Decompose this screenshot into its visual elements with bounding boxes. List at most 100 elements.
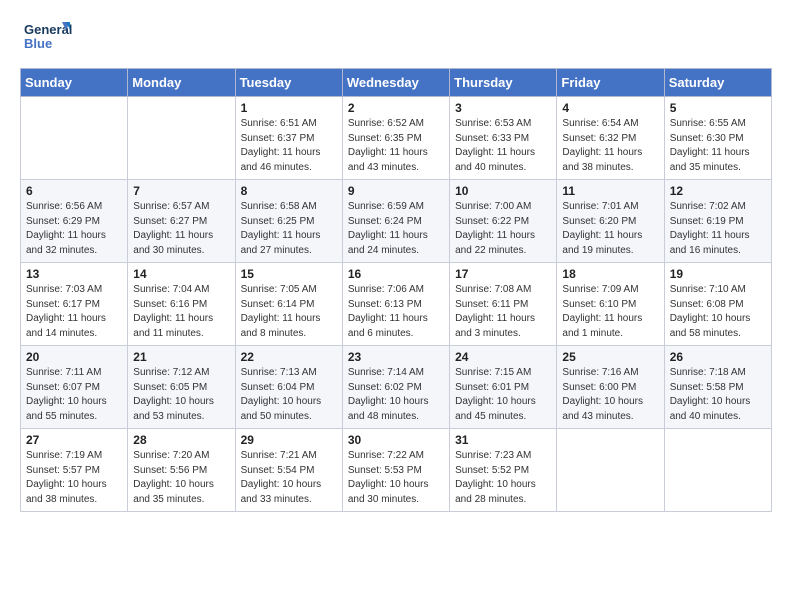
page-header: GeneralBlue (0, 0, 792, 68)
week-row-5: 27Sunrise: 7:19 AM Sunset: 5:57 PM Dayli… (21, 429, 772, 512)
day-cell: 29 Sunrise: 7:21 AM Sunset: 5:54 PM Dayli… (235, 429, 342, 512)
day-content: Sunrise: 7:05 AM Sunset: 6:14 PM Dayligh… (241, 283, 337, 341)
day-content: Sunrise: 6:51 AM Sunset: 6:37 PM Dayligh… (241, 117, 337, 175)
day-content: Sunrise: 7:11 AM Sunset: 6:07 PM Dayligh… (26, 366, 122, 424)
day-cell: 15 Sunrise: 7:05 AM Sunset: 6:14 PM Dayli… (235, 263, 342, 346)
day-cell: 16Sunrise: 7:06 AM Sunset: 6:13 PM Dayli… (342, 263, 449, 346)
day-cell: 24 Sunrise: 7:15 AM Sunset: 6:01 PM Dayli… (450, 346, 557, 429)
day-cell (557, 429, 664, 512)
svg-text:Blue: Blue (24, 36, 52, 51)
day-number: 21 (133, 350, 229, 364)
day-cell (21, 97, 128, 180)
weekday-header-friday: Friday (557, 69, 664, 97)
weekday-header-row: SundayMondayTuesdayWednesdayThursdayFrid… (21, 69, 772, 97)
day-content: Sunrise: 7:03 AM Sunset: 6:17 PM Dayligh… (26, 283, 122, 341)
day-cell: 1 Sunrise: 6:51 AM Sunset: 6:37 PM Daylig… (235, 97, 342, 180)
weekday-header-tuesday: Tuesday (235, 69, 342, 97)
day-content: Sunrise: 6:54 AM Sunset: 6:32 PM Dayligh… (562, 117, 658, 175)
day-cell: 19Sunrise: 7:10 AM Sunset: 6:08 PM Dayli… (664, 263, 771, 346)
day-number: 25 (562, 350, 658, 364)
day-cell: 23 Sunrise: 7:14 AM Sunset: 6:02 PM Dayli… (342, 346, 449, 429)
day-number: 14 (133, 267, 229, 281)
day-cell: 3 Sunrise: 6:53 AM Sunset: 6:33 PM Daylig… (450, 97, 557, 180)
day-number: 5 (670, 101, 766, 115)
day-number: 26 (670, 350, 766, 364)
day-number: 19 (670, 267, 766, 281)
day-cell: 8Sunrise: 6:58 AM Sunset: 6:25 PM Daylig… (235, 180, 342, 263)
day-number: 23 (348, 350, 444, 364)
logo-svg: GeneralBlue (24, 18, 74, 58)
day-cell: 18 Sunrise: 7:09 AM Sunset: 6:10 PM Dayli… (557, 263, 664, 346)
day-cell: 4 Sunrise: 6:54 AM Sunset: 6:32 PM Daylig… (557, 97, 664, 180)
day-content: Sunrise: 7:22 AM Sunset: 5:53 PM Dayligh… (348, 449, 444, 507)
day-number: 3 (455, 101, 551, 115)
day-number: 13 (26, 267, 122, 281)
day-cell: 20 Sunrise: 7:11 AM Sunset: 6:07 PM Dayli… (21, 346, 128, 429)
day-content: Sunrise: 7:08 AM Sunset: 6:11 PM Dayligh… (455, 283, 551, 341)
day-cell: 14 Sunrise: 7:04 AM Sunset: 6:16 PM Dayli… (128, 263, 235, 346)
day-number: 27 (26, 433, 122, 447)
day-content: Sunrise: 7:00 AM Sunset: 6:22 PM Dayligh… (455, 200, 551, 258)
week-row-2: 6 Sunrise: 6:56 AM Sunset: 6:29 PM Daylig… (21, 180, 772, 263)
day-number: 1 (241, 101, 337, 115)
week-row-3: 13 Sunrise: 7:03 AM Sunset: 6:17 PM Dayli… (21, 263, 772, 346)
day-cell: 10Sunrise: 7:00 AM Sunset: 6:22 PM Dayli… (450, 180, 557, 263)
day-content: Sunrise: 7:15 AM Sunset: 6:01 PM Dayligh… (455, 366, 551, 424)
day-content: Sunrise: 7:16 AM Sunset: 6:00 PM Dayligh… (562, 366, 658, 424)
day-cell: 17 Sunrise: 7:08 AM Sunset: 6:11 PM Dayli… (450, 263, 557, 346)
day-content: Sunrise: 7:21 AM Sunset: 5:54 PM Dayligh… (241, 449, 337, 507)
weekday-header-sunday: Sunday (21, 69, 128, 97)
day-cell: 11 Sunrise: 7:01 AM Sunset: 6:20 PM Dayli… (557, 180, 664, 263)
day-cell: 12Sunrise: 7:02 AM Sunset: 6:19 PM Dayli… (664, 180, 771, 263)
day-number: 6 (26, 184, 122, 198)
day-cell: 22 Sunrise: 7:13 AM Sunset: 6:04 PM Dayli… (235, 346, 342, 429)
weekday-header-thursday: Thursday (450, 69, 557, 97)
day-cell: 2 Sunrise: 6:52 AM Sunset: 6:35 PM Daylig… (342, 97, 449, 180)
day-number: 28 (133, 433, 229, 447)
day-cell: 30 Sunrise: 7:22 AM Sunset: 5:53 PM Dayli… (342, 429, 449, 512)
day-number: 22 (241, 350, 337, 364)
day-content: Sunrise: 6:56 AM Sunset: 6:29 PM Dayligh… (26, 200, 122, 258)
weekday-header-saturday: Saturday (664, 69, 771, 97)
day-content: Sunrise: 6:52 AM Sunset: 6:35 PM Dayligh… (348, 117, 444, 175)
day-content: Sunrise: 7:04 AM Sunset: 6:16 PM Dayligh… (133, 283, 229, 341)
day-number: 4 (562, 101, 658, 115)
day-number: 24 (455, 350, 551, 364)
day-number: 2 (348, 101, 444, 115)
day-content: Sunrise: 6:57 AM Sunset: 6:27 PM Dayligh… (133, 200, 229, 258)
week-row-4: 20 Sunrise: 7:11 AM Sunset: 6:07 PM Dayli… (21, 346, 772, 429)
logo: GeneralBlue (24, 18, 74, 58)
day-number: 8 (241, 184, 337, 198)
day-cell: 21 Sunrise: 7:12 AM Sunset: 6:05 PM Dayli… (128, 346, 235, 429)
day-number: 17 (455, 267, 551, 281)
day-content: Sunrise: 7:09 AM Sunset: 6:10 PM Dayligh… (562, 283, 658, 341)
day-content: Sunrise: 7:20 AM Sunset: 5:56 PM Dayligh… (133, 449, 229, 507)
day-cell: 13 Sunrise: 7:03 AM Sunset: 6:17 PM Dayli… (21, 263, 128, 346)
calendar-container: SundayMondayTuesdayWednesdayThursdayFrid… (0, 68, 792, 522)
day-content: Sunrise: 7:12 AM Sunset: 6:05 PM Dayligh… (133, 366, 229, 424)
day-number: 16 (348, 267, 444, 281)
day-number: 18 (562, 267, 658, 281)
day-number: 20 (26, 350, 122, 364)
day-number: 15 (241, 267, 337, 281)
day-cell: 27Sunrise: 7:19 AM Sunset: 5:57 PM Dayli… (21, 429, 128, 512)
day-number: 11 (562, 184, 658, 198)
day-number: 31 (455, 433, 551, 447)
calendar-table: SundayMondayTuesdayWednesdayThursdayFrid… (20, 68, 772, 512)
day-content: Sunrise: 7:14 AM Sunset: 6:02 PM Dayligh… (348, 366, 444, 424)
day-number: 9 (348, 184, 444, 198)
day-content: Sunrise: 7:02 AM Sunset: 6:19 PM Dayligh… (670, 200, 766, 258)
day-cell: 28 Sunrise: 7:20 AM Sunset: 5:56 PM Dayli… (128, 429, 235, 512)
weekday-header-wednesday: Wednesday (342, 69, 449, 97)
weekday-header-monday: Monday (128, 69, 235, 97)
day-cell: 25 Sunrise: 7:16 AM Sunset: 6:00 PM Dayli… (557, 346, 664, 429)
day-number: 30 (348, 433, 444, 447)
day-number: 29 (241, 433, 337, 447)
day-content: Sunrise: 6:53 AM Sunset: 6:33 PM Dayligh… (455, 117, 551, 175)
week-row-1: 1 Sunrise: 6:51 AM Sunset: 6:37 PM Daylig… (21, 97, 772, 180)
day-content: Sunrise: 6:59 AM Sunset: 6:24 PM Dayligh… (348, 200, 444, 258)
day-content: Sunrise: 7:01 AM Sunset: 6:20 PM Dayligh… (562, 200, 658, 258)
day-cell: 9 Sunrise: 6:59 AM Sunset: 6:24 PM Daylig… (342, 180, 449, 263)
day-cell: 26Sunrise: 7:18 AM Sunset: 5:58 PM Dayli… (664, 346, 771, 429)
day-content: Sunrise: 7:13 AM Sunset: 6:04 PM Dayligh… (241, 366, 337, 424)
